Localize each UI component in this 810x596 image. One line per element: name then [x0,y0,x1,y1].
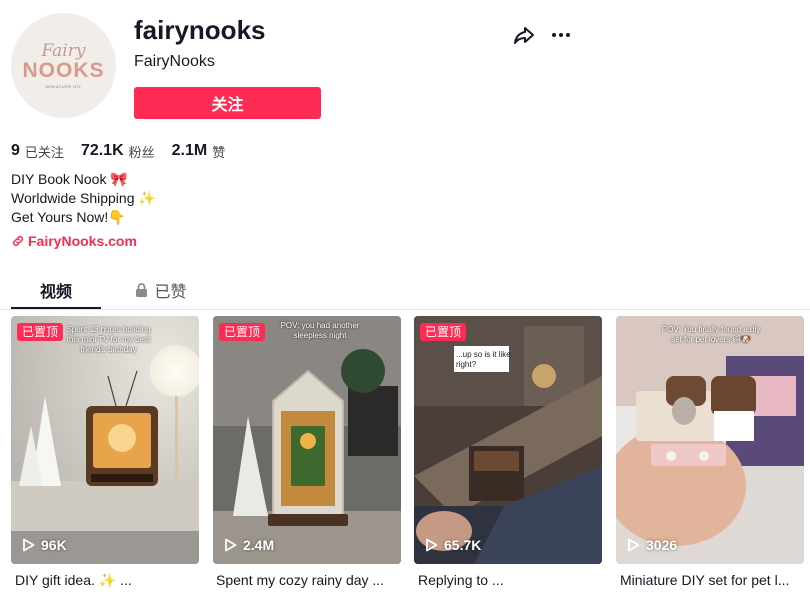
video-card[interactable]: 已置顶 ...up so is it like right? 65.7K [414,316,602,564]
video-thumbnail [616,316,804,564]
video-caption[interactable]: Spent my cozy rainy day ... [216,571,404,589]
video-caption[interactable]: DIY gift idea. ✨ ... [15,571,203,589]
pinned-badge: 已置顶 [17,323,64,341]
profile-nickname: FairyNooks [134,53,215,70]
profile-link[interactable]: FairyNooks.com [11,233,137,249]
video-overlay-text: ...up so is it like right? [456,350,511,369]
video-caption[interactable]: Replying to ... [418,571,606,589]
tab-liked-label: 已赞 [154,281,187,301]
view-count-text: 96K [41,537,67,553]
bio-line: Worldwide Shipping ✨ [11,190,156,206]
video-card[interactable]: 已置顶 POV: you had another sleepless night… [213,316,401,564]
avatar[interactable]: Fairy NOOKS MINIATURE DIY [11,13,116,118]
avatar-logo-line3: MINIATURE DIY [45,83,82,89]
video-thumbnail [213,316,401,564]
view-count: 2.4M [224,537,274,553]
play-icon [628,538,640,552]
view-count-text: 65.7K [444,537,482,553]
video-card[interactable]: POV: You finally found a diy set for pet… [616,316,804,564]
video-card[interactable]: 已置顶 Spent 13 hours building this mini TV… [11,316,199,564]
play-icon [23,538,35,552]
following-label[interactable]: 已关注 [25,142,64,161]
video-overlay-text: Spent 13 hours building this mini TV for… [66,325,151,354]
bio-line: Get Yours Now!👇 [11,209,126,225]
play-icon [426,538,438,552]
profile-link-text[interactable]: FairyNooks.com [28,233,137,249]
pinned-badge: 已置顶 [420,323,467,341]
lock-icon [136,282,148,297]
profile-tabs: 视频 已赞 [0,271,810,310]
play-icon [225,538,237,552]
video-caption[interactable]: Miniature DIY set for pet l... [620,571,808,589]
tab-videos[interactable]: 视频 [11,271,101,309]
view-count-text: 3026 [646,537,678,553]
video-overlay-text: POV: You finally found a diy set for pet… [661,325,761,344]
avatar-logo-line1: Fairy [41,40,86,61]
pinned-badge: 已置顶 [219,323,266,341]
profile-bio: DIY Book Nook 🎀 Worldwide Shipping ✨ Get… [11,170,156,227]
view-count-text: 2.4M [243,537,275,553]
avatar-logo-line2: NOOKS [22,58,105,82]
profile-stats: 9 已关注 72.1K 粉丝 2.1M 赞 [11,141,242,161]
bio-line: DIY Book Nook 🎀 [11,171,128,187]
more-icon[interactable] [549,23,573,47]
following-count[interactable]: 9 [11,142,20,160]
likes-label: 赞 [212,145,226,161]
followers-count[interactable]: 72.1K [81,142,124,160]
view-count: 3026 [627,537,677,553]
follow-button[interactable]: 关注 [134,87,321,119]
tab-liked[interactable]: 已赞 [131,271,191,308]
followers-label[interactable]: 粉丝 [129,142,155,161]
likes-count: 2.1M [171,142,208,159]
profile-username: fairynooks [134,15,266,45]
link-icon [12,235,24,247]
share-icon[interactable] [512,23,536,47]
video-overlay-text: POV: you had another sleepless night [280,321,360,340]
view-count: 96K [22,537,67,553]
view-count: 65.7K [425,537,481,553]
